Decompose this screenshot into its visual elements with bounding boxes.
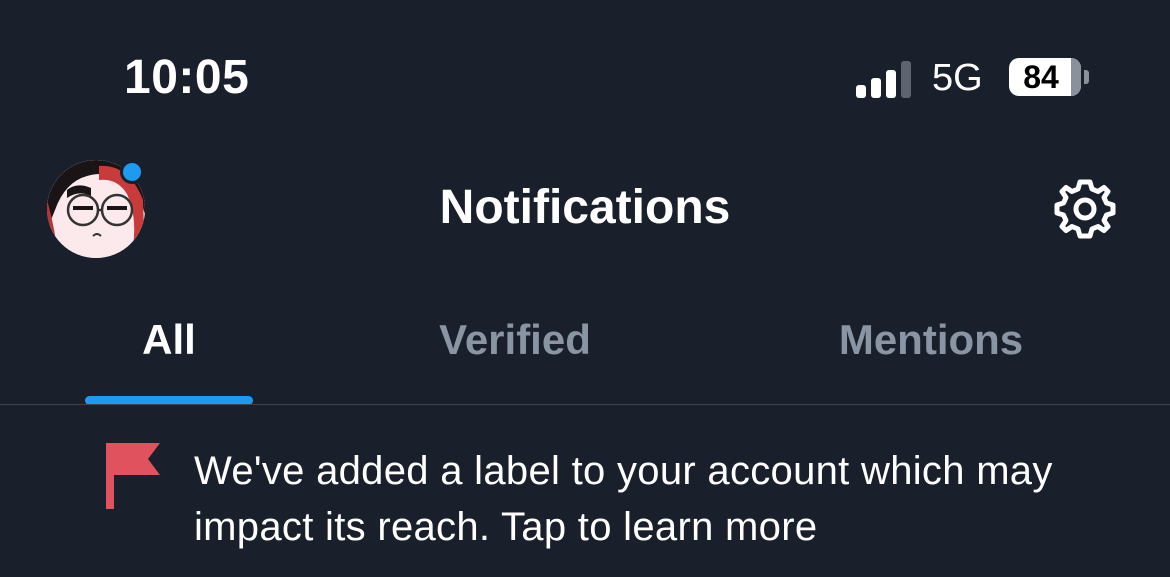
- page-title: Notifications: [439, 181, 731, 234]
- status-time: 10:05: [124, 51, 250, 104]
- flag-icon: [104, 443, 164, 509]
- notification-text: We've added a label to your account whic…: [194, 449, 1053, 549]
- settings-button[interactable]: [1052, 176, 1118, 242]
- signal-icon: [856, 58, 916, 98]
- tab-verified[interactable]: Verified: [400, 312, 630, 372]
- battery-level: 84: [1023, 59, 1059, 95]
- battery-nub: [1084, 70, 1089, 84]
- notifications-screen: 10:05 5G 84 Notifications All Verified M…: [0, 0, 1170, 577]
- network-type: 5G: [932, 57, 983, 99]
- battery-icon: 84: [1009, 58, 1081, 96]
- gear-icon: [1054, 179, 1116, 239]
- tab-all[interactable]: All: [85, 312, 253, 372]
- tab-mentions[interactable]: Mentions: [800, 312, 1062, 372]
- account-label-notification[interactable]: We've added a label to your account whic…: [0, 405, 1170, 577]
